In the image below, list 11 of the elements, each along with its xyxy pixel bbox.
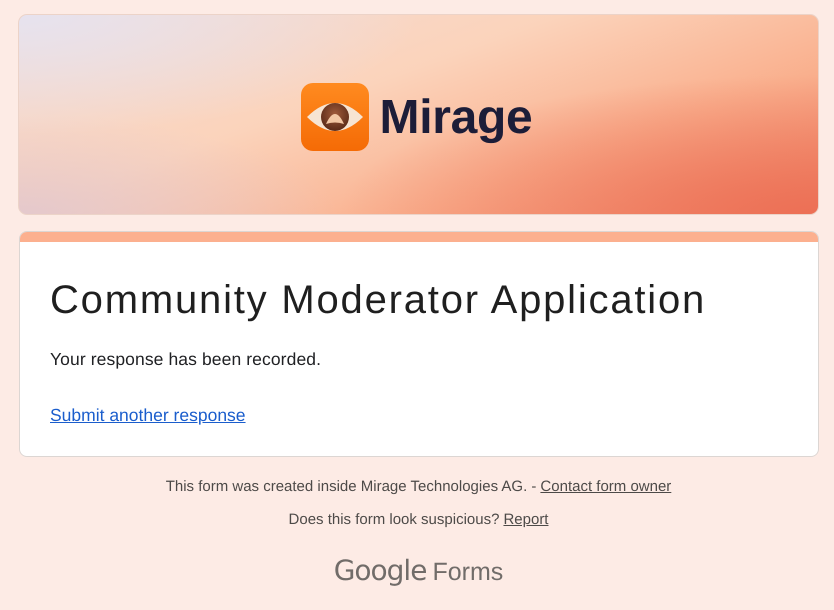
forms-wordmark[interactable]: Forms <box>432 558 504 587</box>
footer-note: This form was created inside Mirage Technologies AG. - Contact form owner <box>166 477 672 496</box>
footer-link[interactable]: Report <box>503 511 548 528</box>
footer-link[interactable]: Contact form owner <box>540 478 672 495</box>
footer-note: Does this form look suspicious? Report <box>288 510 548 529</box>
brand-wordmark: Mirage <box>380 90 532 144</box>
google-wordmark[interactable]: Google <box>334 554 426 587</box>
form-title: Community Moderator Application <box>50 277 708 324</box>
submit-another-link[interactable]: Submit another response <box>50 404 246 426</box>
confirmation-message: Your response has been recorded. <box>50 348 322 370</box>
eye-logo-icon <box>300 83 369 151</box>
